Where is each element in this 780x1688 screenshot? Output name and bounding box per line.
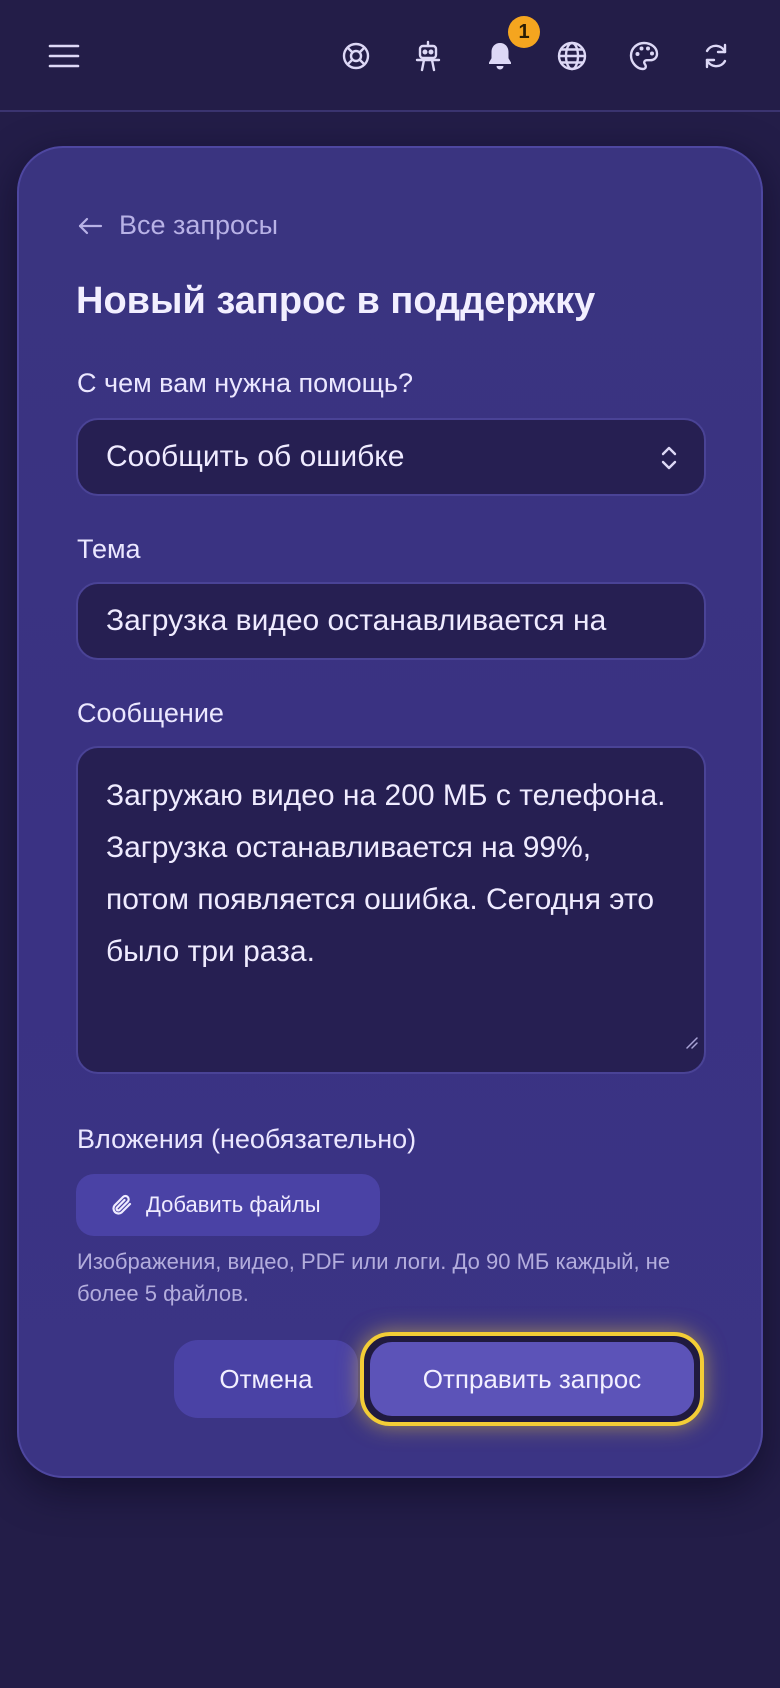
robot-icon[interactable] — [404, 32, 452, 80]
menu-icon[interactable] — [40, 32, 88, 80]
submit-focus-ring: Отправить запрос — [360, 1332, 704, 1426]
lifebuoy-icon[interactable] — [332, 32, 380, 80]
subject-label: Тема — [77, 534, 141, 564]
globe-icon[interactable] — [548, 32, 596, 80]
subject-input[interactable]: Загрузка видео останавливается на — [76, 582, 706, 660]
support-request-card: Все запросы Новый запрос в поддержку С ч… — [17, 146, 763, 1478]
back-to-requests-link[interactable]: Все запросы — [77, 210, 278, 241]
message-label: Сообщение — [77, 698, 224, 728]
paperclip-icon — [110, 1192, 134, 1218]
message-text: Загружаю видео на 200 МБ с телефона. Заг… — [106, 779, 666, 968]
add-files-button[interactable]: Добавить файлы — [76, 1174, 380, 1236]
help-topic-value: Сообщить об ошибке — [106, 440, 405, 473]
arrow-left-icon — [77, 216, 103, 236]
help-topic-select[interactable]: Сообщить об ошибке — [76, 418, 706, 496]
page-title: Новый запрос в поддержку — [76, 280, 596, 322]
message-textarea[interactable]: Загружаю видео на 200 МБ с телефона. Заг… — [76, 746, 706, 1074]
back-link-label: Все запросы — [119, 210, 278, 240]
attachments-label: Вложения (необязательно) — [77, 1124, 417, 1154]
notification-badge: 1 — [508, 16, 540, 48]
cancel-button[interactable]: Отмена — [174, 1340, 358, 1418]
submit-request-button[interactable]: Отправить запрос — [370, 1342, 694, 1416]
attachments-hint: Изображения, видео, PDF или логи. До 90 … — [77, 1249, 671, 1306]
add-files-label: Добавить файлы — [146, 1192, 321, 1217]
refresh-icon[interactable] — [692, 32, 740, 80]
resize-handle-icon[interactable] — [684, 1014, 698, 1066]
palette-icon[interactable] — [620, 32, 668, 80]
help-topic-label: С чем вам нужна помощь? — [77, 368, 413, 398]
top-bar: 1 — [0, 0, 780, 112]
chevron-up-down-icon — [660, 444, 678, 480]
